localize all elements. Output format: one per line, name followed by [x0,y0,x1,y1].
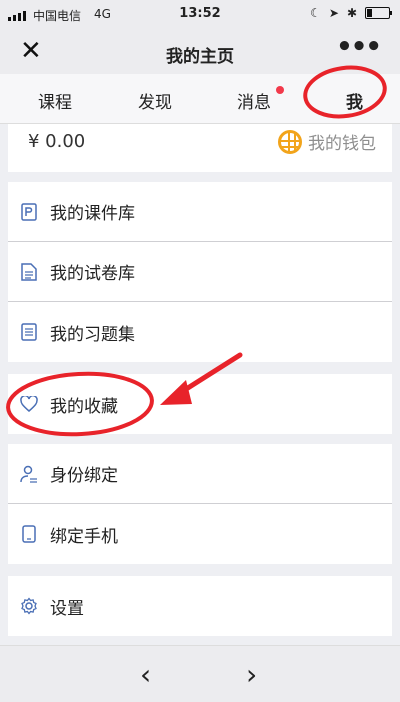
unread-badge [276,86,284,94]
globe-icon [278,129,302,154]
my-wallet-label: 我的钱包 [308,134,376,154]
moon-icon: ☾ [310,6,321,20]
tab-messages[interactable]: 消息 [237,88,271,113]
menu-item-label: 身份绑定 [50,466,118,486]
menu-group-favorites: 我的收藏 [8,374,392,434]
menu-item-label: 我的课件库 [50,204,135,224]
bluetooth-icon: ✱ [346,6,357,20]
heart-icon [20,395,38,413]
tab-discover[interactable]: 发现 [138,88,172,113]
menu-group-settings: 设置 [8,576,392,636]
menu-item-label: 我的收藏 [50,396,118,417]
menu-item-favorites[interactable]: 我的收藏 [8,374,392,434]
menu-item-label: 我的习题集 [50,324,135,345]
tab-bar: 课程 发现 消息 我 [0,74,400,124]
tab-me[interactable]: 我 [346,88,363,113]
menu-item-exercises[interactable]: 我的习题集 [8,302,392,362]
nav-bar: ✕ 我的主页 ••• [0,30,400,74]
battery-icon [365,7,392,19]
document-icon [20,262,38,281]
menu-item-label: 设置 [50,598,84,619]
menu-item-exam-papers[interactable]: 我的试卷库 [8,242,392,302]
menu-item-label: 绑定手机 [50,526,118,547]
menu-item-settings[interactable]: 设置 [8,576,392,636]
list-icon [20,323,38,341]
menu-item-bind-phone[interactable]: 绑定手机 [8,504,392,564]
tab-courses[interactable]: 课程 [38,88,72,113]
status-bar: 中国电信 4G 13:52 ☾ ➤ ✱ [0,0,400,30]
bottom-nav-bar: ‹ › [0,645,400,702]
wallet-row: ¥ 0.00 我的钱包 [8,124,392,172]
menu-item-label: 我的试卷库 [50,264,135,284]
my-wallet-link[interactable]: 我的钱包 [278,129,376,154]
gear-icon [20,597,38,615]
menu-item-courseware[interactable]: 我的课件库 [8,182,392,242]
courseware-icon [20,202,38,221]
status-icons: ☾ ➤ ✱ [310,6,392,20]
location-icon: ➤ [328,6,339,20]
menu-group-account: 身份绑定 绑定手机 [8,444,392,564]
phone-icon [20,525,38,543]
menu-item-identity-binding[interactable]: 身份绑定 [8,444,392,504]
menu-group-library: 我的课件库 我的试卷库 我的习题集 [8,182,392,362]
forward-arrow-icon[interactable]: › [246,658,257,691]
wallet-balance: ¥ 0.00 [28,131,86,152]
user-bind-icon [20,465,38,483]
back-arrow-icon[interactable]: ‹ [140,658,151,691]
more-icon[interactable]: ••• [336,32,382,62]
